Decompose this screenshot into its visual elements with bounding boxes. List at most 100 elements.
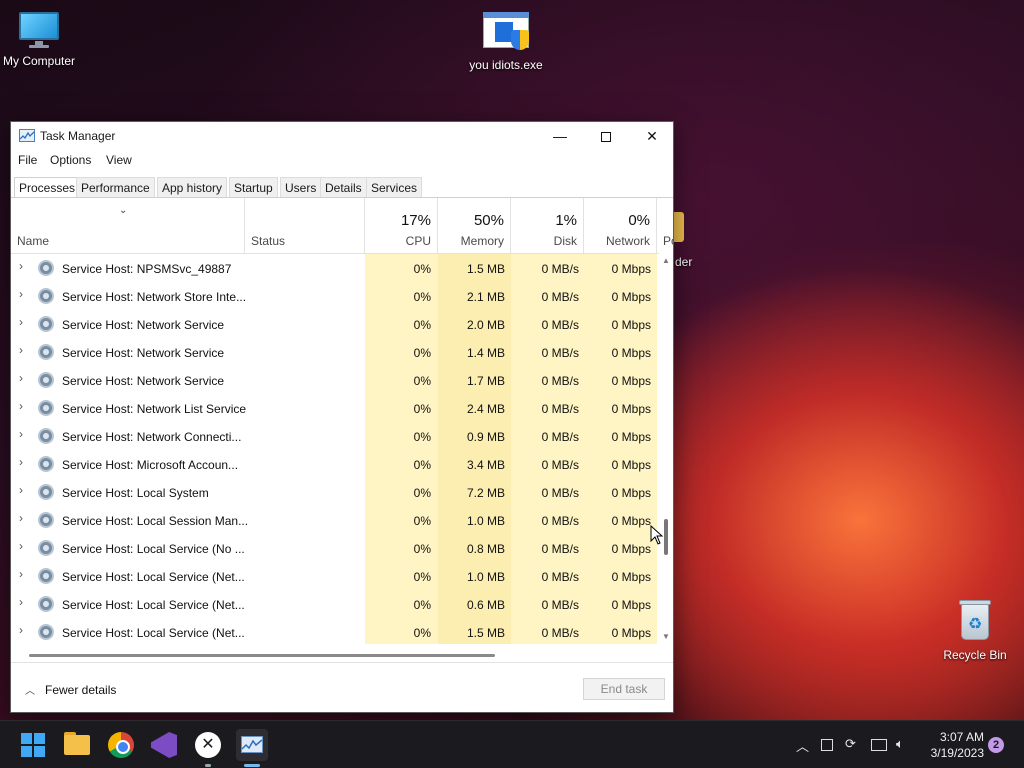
network-cell: 0 Mbps (611, 430, 651, 444)
disk-cell: 0 MB/s (541, 290, 579, 304)
start-icon[interactable] (17, 729, 49, 761)
chevron-right-icon[interactable]: › (19, 315, 23, 329)
maximize-icon (601, 132, 611, 143)
chevron-right-icon[interactable]: › (19, 287, 23, 301)
disk-cell: 0 MB/s (541, 318, 579, 332)
column-label: Status (251, 234, 286, 248)
tab-performance[interactable]: Performance (76, 177, 155, 198)
vertical-scrollbar[interactable]: ▲ ▼ (659, 254, 673, 644)
table-row[interactable]: › Service Host: Local Service (Net... 0% 0.… (11, 590, 659, 618)
desktop-icon-you-idiots-exe[interactable]: you idiots.exe (461, 12, 551, 72)
memory-cell: 1.5 MB (466, 262, 505, 276)
table-row[interactable]: › Service Host: Network List Service 0% 2.4… (11, 394, 659, 422)
network-cell: 0 Mbps (611, 262, 651, 276)
clock[interactable]: 3:07 AM 3/19/2023 (922, 729, 984, 761)
chevron-up-icon[interactable]: ︿ (796, 736, 809, 755)
table-row[interactable]: › Service Host: Local Service (No ... 0% 0.… (11, 534, 659, 562)
chevron-right-icon[interactable]: › (19, 427, 23, 441)
chevron-right-icon[interactable]: › (19, 259, 23, 273)
tab-details[interactable]: Details (320, 177, 367, 198)
disk-cell: 0 MB/s (541, 598, 579, 612)
desktop-icon-recycle-bin[interactable]: ♻ Recycle Bin (930, 598, 1020, 662)
table-row[interactable]: › Service Host: NPSMSvc_49887 0% 1.5 MB 0 MB… (11, 254, 659, 282)
tab-processes[interactable]: Processes (14, 177, 81, 198)
tablet-icon[interactable] (821, 739, 833, 751)
chevron-right-icon[interactable]: › (19, 399, 23, 413)
table-row[interactable]: › Service Host: Network Store Inte... 0% 2.… (11, 282, 659, 310)
table-row[interactable]: › Service Host: Network Service 0% 1.4 MB 0 … (11, 338, 659, 366)
column-header-name[interactable]: Name (11, 198, 245, 254)
menu-view[interactable]: View (106, 153, 132, 167)
file-explorer-icon[interactable] (62, 729, 94, 761)
memory-cell: 7.2 MB (466, 486, 505, 500)
fewer-details-button[interactable]: ︿ Fewer details (25, 682, 116, 697)
tab-users[interactable]: Users (280, 177, 322, 198)
column-label: Po (663, 234, 673, 248)
exe-shield-icon (483, 12, 529, 52)
cpu-cell: 0% (413, 346, 431, 360)
chevron-right-icon[interactable]: › (19, 511, 23, 525)
scroll-up-icon[interactable]: ▲ (662, 256, 670, 265)
table-row[interactable]: › Service Host: Network Service 0% 1.7 MB 0 … (11, 366, 659, 394)
table-row[interactable]: › Service Host: Local Service (Net... 0% 1.… (11, 618, 659, 644)
chrome-icon[interactable] (105, 729, 137, 761)
minimize-button[interactable]: — (537, 122, 583, 150)
tab-startup[interactable]: Startup (229, 177, 278, 198)
sync-icon[interactable]: ⟳ (845, 736, 856, 752)
chevron-right-icon[interactable]: › (19, 455, 23, 469)
cpu-cell: 0% (413, 318, 431, 332)
column-header-network[interactable]: 0% Network (584, 198, 657, 254)
column-header-power[interactable]: Po (657, 198, 673, 254)
scroll-thumb[interactable] (29, 654, 495, 657)
table-row[interactable]: › Service Host: Microsoft Accoun... 0% 3.4 … (11, 450, 659, 478)
visual-studio-icon[interactable] (148, 729, 180, 761)
desktop-icon-label-partial[interactable]: der (675, 255, 692, 269)
scroll-thumb[interactable] (664, 519, 668, 555)
horizontal-scrollbar[interactable] (11, 646, 659, 662)
chevron-right-icon[interactable]: › (19, 623, 23, 637)
end-task-button[interactable]: End task (583, 678, 665, 700)
table-row[interactable]: › Service Host: Network Service 0% 2.0 MB 0 … (11, 310, 659, 338)
network-total: 0% (628, 212, 650, 229)
chevron-right-icon[interactable]: › (19, 483, 23, 497)
network-cell: 0 Mbps (611, 346, 651, 360)
menu-options[interactable]: Options (50, 153, 91, 167)
network-cell: 0 Mbps (611, 458, 651, 472)
memory-cell: 1.4 MB (466, 346, 505, 360)
process-name: Service Host: Network Store Inte... (62, 290, 247, 304)
notification-badge[interactable]: 2 (988, 737, 1004, 753)
memory-cell: 2.4 MB (466, 402, 505, 416)
chevron-right-icon[interactable]: › (19, 567, 23, 581)
scroll-down-icon[interactable]: ▼ (662, 632, 670, 641)
gear-icon (38, 316, 54, 332)
chevron-right-icon[interactable]: › (19, 595, 23, 609)
network-icon[interactable] (871, 739, 887, 751)
maximize-button[interactable] (583, 122, 629, 150)
column-header-memory[interactable]: 50% Memory (438, 198, 511, 254)
column-header-disk[interactable]: 1% Disk (511, 198, 584, 254)
memory-cell: 0.6 MB (466, 598, 505, 612)
gear-icon (38, 540, 54, 556)
network-cell: 0 Mbps (611, 318, 651, 332)
table-row[interactable]: › Service Host: Local Service (Net... 0% 1.… (11, 562, 659, 590)
xbox-icon[interactable]: ✕ (192, 729, 224, 761)
volume-icon[interactable]: 🔈︎ (896, 736, 904, 752)
desktop-icon-my-computer[interactable]: My Computer (0, 10, 84, 68)
table-row[interactable]: › Service Host: Local Session Man... 0% 1.0… (11, 506, 659, 534)
table-row[interactable]: › Service Host: Network Connecti... 0% 0.9 … (11, 422, 659, 450)
tab-services[interactable]: Services (366, 177, 423, 198)
task-manager-icon[interactable] (236, 729, 268, 761)
title-bar[interactable]: Task Manager — ✕ (11, 122, 673, 150)
time: 3:07 AM (939, 730, 984, 744)
chevron-right-icon[interactable]: › (19, 539, 23, 553)
column-header-status[interactable]: Status (245, 198, 365, 254)
chevron-right-icon[interactable]: › (19, 343, 23, 357)
column-header-cpu[interactable]: 17% CPU (365, 198, 438, 254)
cpu-total: 17% (400, 212, 431, 229)
disk-cell: 0 MB/s (541, 374, 579, 388)
chevron-right-icon[interactable]: › (19, 371, 23, 385)
menu-file[interactable]: File (18, 153, 37, 167)
close-button[interactable]: ✕ (629, 122, 675, 150)
table-row[interactable]: › Service Host: Local System 0% 7.2 MB 0 MB/… (11, 478, 659, 506)
tab-app-history[interactable]: App history (157, 177, 228, 198)
